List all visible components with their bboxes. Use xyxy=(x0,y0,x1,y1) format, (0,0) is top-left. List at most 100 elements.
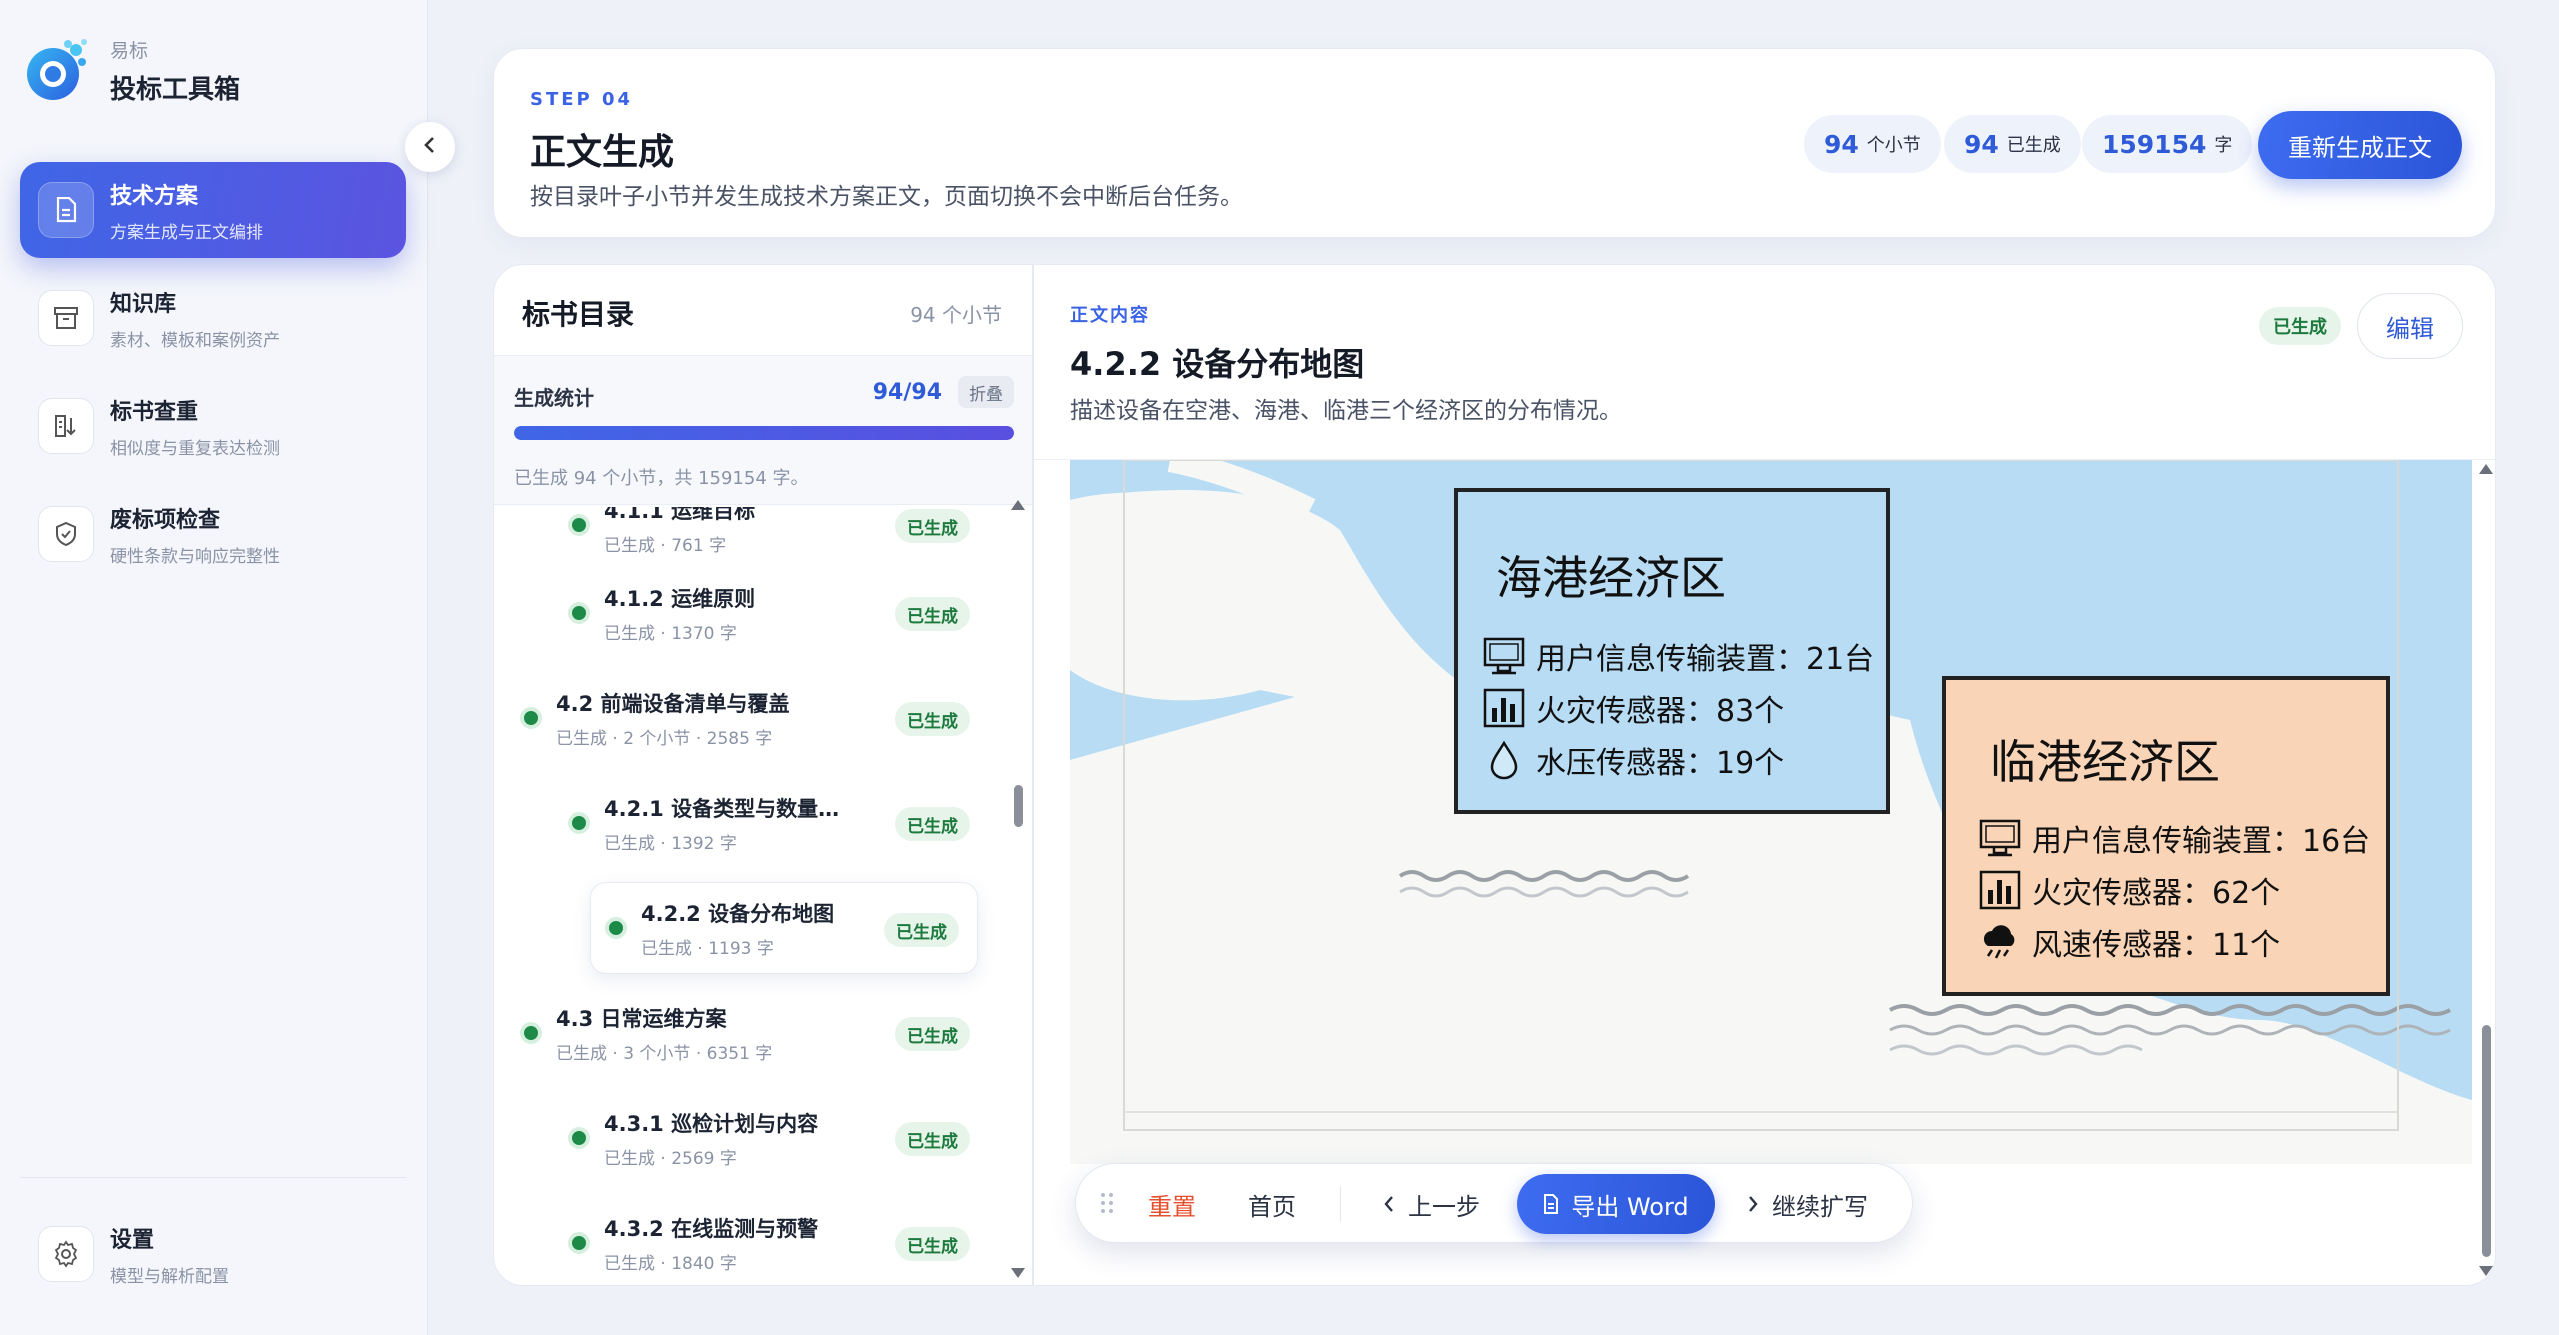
content-scrollbar-thumb[interactable] xyxy=(2482,1025,2491,1257)
outline-item[interactable]: 4.2.1 设备类型与数量统计 已生成 · 1392 字 已生成 xyxy=(568,777,988,869)
sidebar-collapse-button[interactable] xyxy=(405,122,455,172)
sidebar-divider xyxy=(20,1177,406,1178)
device-distribution-map: 海港经济区 用户信息传输装置：21台 火灾传感器：83个 水压传感器：19个 临… xyxy=(1070,460,2472,1164)
water-drop-icon xyxy=(1482,740,1526,780)
nav-item-settings[interactable]: 设置 模型与解析配置 xyxy=(20,1206,406,1302)
nav-item-duplicate-check[interactable]: 标书查重 相似度与重复表达检测 xyxy=(20,378,406,474)
continue-expand-button[interactable]: 继续扩写 xyxy=(1748,1180,1868,1228)
outline-item-title: 4.2.2 设备分布地图 xyxy=(641,901,835,926)
generation-progress-bar xyxy=(514,426,1014,440)
previous-step-button[interactable]: 上一步 xyxy=(1384,1180,1480,1228)
nav-item-knowledge-base[interactable]: 知识库 素材、模板和案例资产 xyxy=(20,270,406,366)
outline-item-meta: 已生成 · 1370 字 xyxy=(604,623,737,644)
stat-number: 94 xyxy=(1824,129,1859,159)
outline-item-title: 4.2 前端设备清单与覆盖 xyxy=(556,691,790,716)
outline-item[interactable]: 4.3.1 巡检计划与内容 已生成 · 2569 字 已生成 xyxy=(568,1092,988,1184)
outline-scroll-down-arrow[interactable] xyxy=(1011,1268,1025,1278)
monitor-icon xyxy=(1482,636,1526,676)
export-word-button[interactable]: 导出 Word xyxy=(1517,1174,1715,1234)
brand-subtitle: 易标 xyxy=(110,40,149,62)
brand-logo-icon xyxy=(22,36,92,106)
status-dot xyxy=(520,1022,542,1044)
home-button[interactable]: 首页 xyxy=(1248,1180,1296,1228)
stat-number: 94 xyxy=(1964,129,1999,159)
nav-item-disqualification-check[interactable]: 废标项检查 硬性条款与响应完整性 xyxy=(20,486,406,582)
region-row-text: 火灾传感器：62个 xyxy=(2032,876,2281,911)
status-badge: 已生成 xyxy=(895,702,970,736)
nav-desc: 模型与解析配置 xyxy=(110,1266,229,1287)
archive-box-icon xyxy=(38,290,94,346)
step-header-card: STEP 04 正文生成 按目录叶子小节并发生成技术方案正文，页面切换不会中断后… xyxy=(493,48,2496,238)
outline-item-selected[interactable]: 4.2.2 设备分布地图 已生成 · 1193 字 已生成 xyxy=(590,882,978,974)
region-row-text: 用户信息传输装置：21台 xyxy=(1536,642,1875,677)
export-word-label: 导出 Word xyxy=(1571,1192,1689,1221)
content-scroll-up-arrow[interactable] xyxy=(2479,464,2493,474)
nav-desc: 硬性条款与响应完整性 xyxy=(110,546,280,567)
outline-item-meta: 已生成 · 2 个小节 · 2585 字 xyxy=(556,728,773,749)
region-box-lingang: 临港经济区 用户信息传输装置：16台 火灾传感器：62个 风速传感器：11个 xyxy=(1942,676,2390,996)
content-panel: 正文内容 4.2.2 设备分布地图 描述设备在空港、海港、临港三个经济区的分布情… xyxy=(1033,264,2496,1286)
status-dot xyxy=(520,707,542,729)
outline-item-title: 4.3.2 在线监测与预警 xyxy=(604,1216,819,1241)
region-row-text: 用户信息传输装置：16台 xyxy=(2032,824,2371,859)
outline-scroll-up-arrow[interactable] xyxy=(1011,500,1025,510)
outline-item-title: 4.3.1 巡检计划与内容 xyxy=(604,1111,819,1136)
status-dot xyxy=(568,1232,590,1254)
region-name: 临港经济区 xyxy=(1990,735,2220,789)
content-scroll-down-arrow[interactable] xyxy=(2479,1266,2493,1276)
status-dot xyxy=(568,602,590,624)
nav-item-tech-plan[interactable]: 技术方案 方案生成与正文编排 xyxy=(20,162,406,258)
region-row: 风速传感器：11个 xyxy=(1978,920,2280,964)
outline-scrollbar-thumb[interactable] xyxy=(1014,785,1023,827)
outline-item[interactable]: 4.3 日常运维方案 已生成 · 3 个小节 · 6351 字 已生成 xyxy=(520,987,988,1079)
region-row: 水压传感器：19个 xyxy=(1482,738,1784,782)
nav-label: 标书查重 xyxy=(110,399,199,425)
fold-button[interactable]: 折叠 xyxy=(958,376,1014,408)
document-icon xyxy=(38,182,94,238)
status-badge: 已生成 xyxy=(895,509,970,543)
outline-list[interactable]: 4.1.1 运维目标 已生成 · 761 字 已生成 4.1.2 运维原则已生成 … xyxy=(494,507,1032,1285)
stats-title: 生成统计 xyxy=(514,386,594,410)
outline-item[interactable]: 4.2 前端设备清单与覆盖已生成 · 2 个小节 · 2585 字 已生成 xyxy=(520,672,988,764)
stats-value: 94/94 xyxy=(872,380,942,405)
status-dot xyxy=(568,1127,590,1149)
nav-label: 设置 xyxy=(110,1227,155,1253)
page-title: 正文生成 xyxy=(530,132,675,173)
bottom-toolbar: 重置 首页 上一步 导出 Word 继续扩写 xyxy=(1075,1163,1913,1243)
outline-title: 标书目录 xyxy=(522,298,635,331)
status-dot xyxy=(605,917,627,939)
outline-item[interactable]: 4.3.2 在线监测与预警 已生成 · 1840 字 已生成 xyxy=(568,1197,988,1285)
stat-unit: 个小节 xyxy=(1866,135,1921,156)
content-description: 描述设备在空港、海港、临港三个经济区的分布情况。 xyxy=(1070,398,1622,424)
gear-icon xyxy=(38,1226,94,1282)
reset-button[interactable]: 重置 xyxy=(1148,1180,1196,1228)
stat-unit: 已生成 xyxy=(2006,135,2061,156)
outline-panel: 标书目录 94 个小节 生成统计 94/94 折叠 已生成 94 个小节，共 1… xyxy=(493,264,1033,1286)
regenerate-content-button[interactable]: 重新生成正文 xyxy=(2258,111,2462,179)
bar-chart-icon xyxy=(1482,688,1526,728)
chevron-left-icon xyxy=(423,133,437,161)
nav-label: 废标项检查 xyxy=(110,507,221,533)
continue-expand-label: 继续扩写 xyxy=(1772,1192,1868,1221)
previous-step-label: 上一步 xyxy=(1408,1192,1480,1221)
region-row-text: 水压传感器：19个 xyxy=(1536,746,1785,781)
wind-cloud-icon xyxy=(1978,922,2022,962)
outline-item-title: 4.1.2 运维原则 xyxy=(604,586,756,611)
region-row: 火灾传感器：83个 xyxy=(1482,686,1784,730)
region-name: 海港经济区 xyxy=(1496,551,1726,605)
status-badge: 已生成 xyxy=(895,1227,970,1261)
brand[interactable]: 易标 投标工具箱 xyxy=(22,36,240,106)
status-badge: 已生成 xyxy=(884,913,959,947)
outline-item[interactable]: 4.1.1 运维目标 已生成 · 761 字 已生成 xyxy=(568,507,988,571)
shield-check-icon xyxy=(38,506,94,562)
stat-pill-generated: 94 已生成 xyxy=(1944,115,2081,173)
nav-label: 知识库 xyxy=(110,291,177,317)
step-label: STEP 04 xyxy=(530,89,634,110)
edit-button[interactable]: 编辑 xyxy=(2357,293,2463,359)
status-dot xyxy=(568,812,590,834)
region-row-text: 火灾传感器：83个 xyxy=(1536,694,1785,729)
outline-item[interactable]: 4.1.2 运维原则 已生成 · 1370 字 已生成 xyxy=(568,567,988,659)
chevron-right-icon xyxy=(1748,1195,1758,1213)
drag-handle-icon[interactable] xyxy=(1100,1192,1114,1214)
outline-item-title: 4.3 日常运维方案 xyxy=(556,1006,727,1031)
